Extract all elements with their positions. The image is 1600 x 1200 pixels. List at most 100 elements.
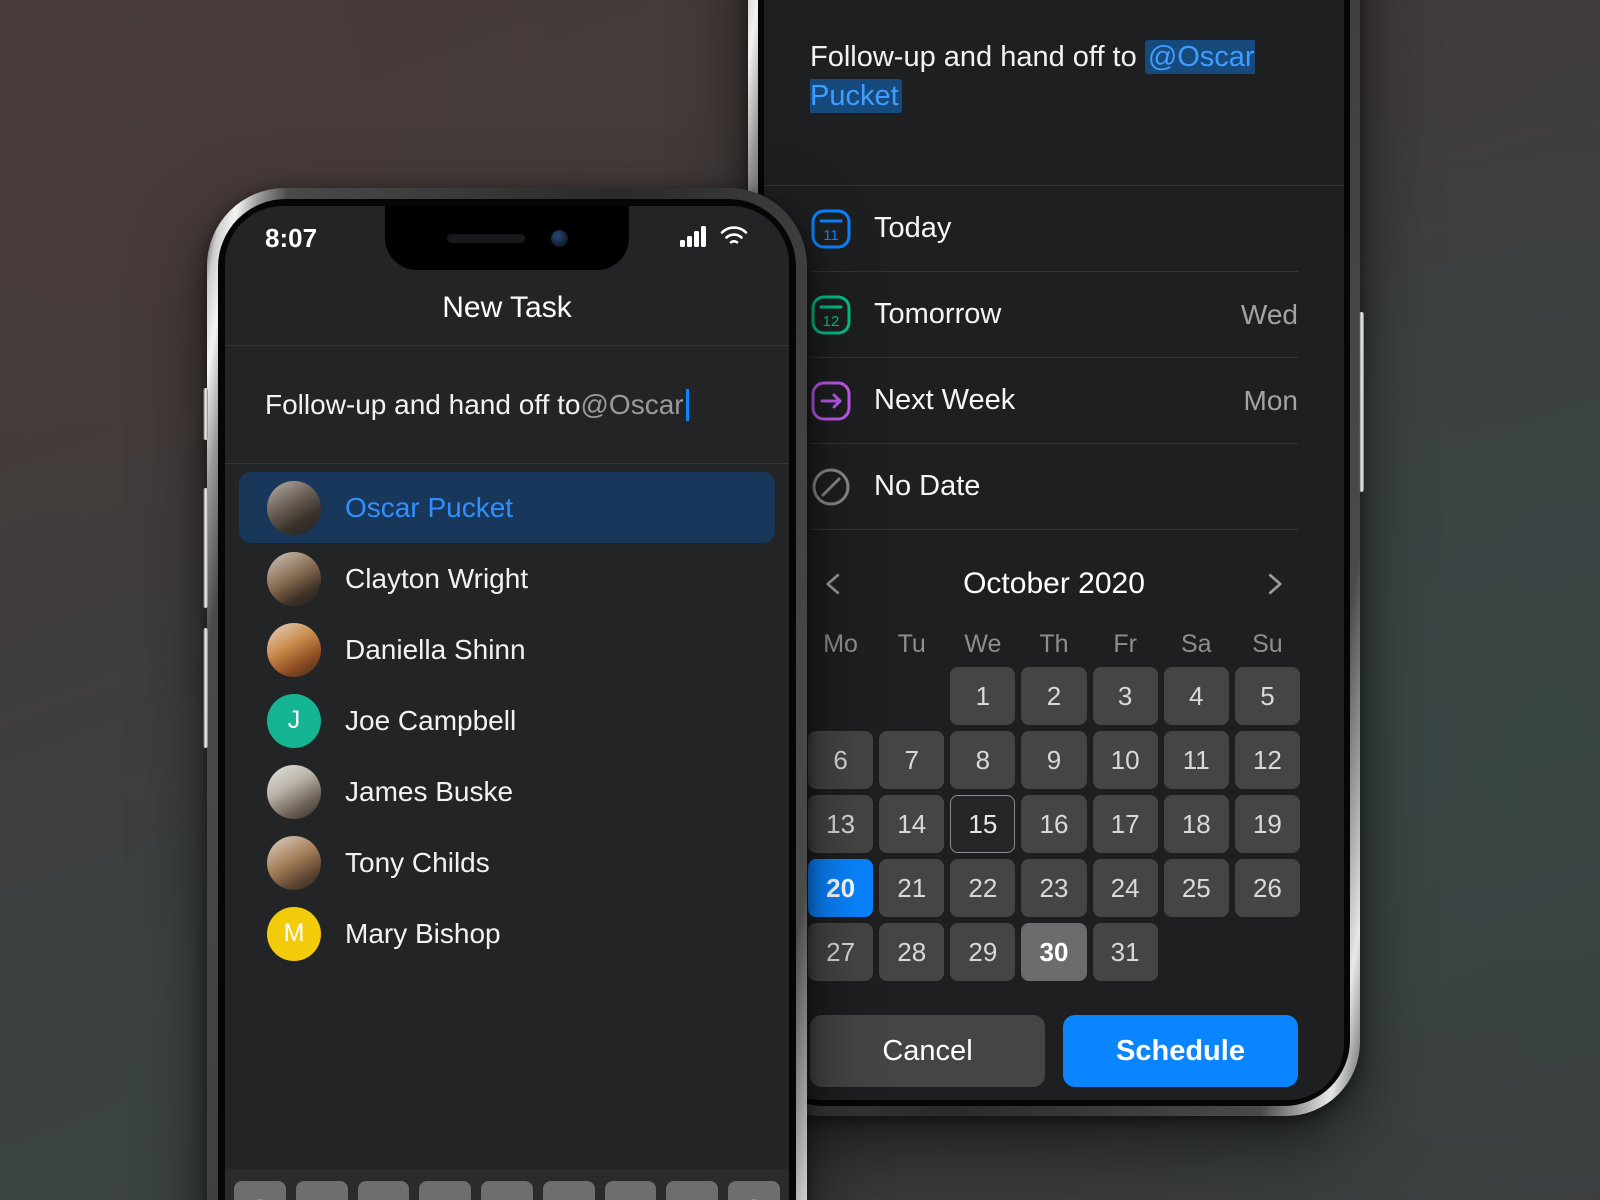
calendar-day-15[interactable]: 15 bbox=[950, 795, 1016, 853]
mention-list-item[interactable]: J Joe Campbell bbox=[239, 685, 775, 756]
calendar-day-19[interactable]: 19 bbox=[1234, 795, 1300, 853]
calendar-day-empty bbox=[808, 667, 873, 725]
calendar-day-2[interactable]: 2 bbox=[1021, 667, 1087, 725]
calendar-day-22[interactable]: 22 bbox=[950, 859, 1016, 917]
calendar-week-row: 20 21 22 23 24 25 26 bbox=[764, 859, 1344, 917]
schedule-button[interactable]: Schedule bbox=[1063, 1015, 1298, 1087]
key-i[interactable]: I bbox=[666, 1181, 719, 1200]
date-option-today[interactable]: 11 Today bbox=[810, 186, 1298, 272]
calendar-day-11[interactable]: 11 bbox=[1163, 731, 1229, 789]
calendar-weekday-su: Su bbox=[1252, 630, 1283, 658]
calendar-day-7[interactable]: 7 bbox=[879, 731, 945, 789]
calendar-day-24[interactable]: 24 bbox=[1092, 859, 1158, 917]
calendar-action-buttons: Cancel Schedule bbox=[764, 987, 1344, 1087]
calendar-day-empty bbox=[1164, 923, 1229, 981]
chevron-right-icon[interactable] bbox=[1252, 558, 1296, 610]
earpiece-speaker-icon bbox=[446, 233, 525, 243]
avatar-initial: J bbox=[267, 693, 321, 748]
calendar-day-31[interactable]: 31 bbox=[1092, 923, 1158, 981]
arrow-right-icon bbox=[810, 380, 852, 422]
mention-list-item-name: James Buske bbox=[345, 775, 514, 807]
calendar-day-10[interactable]: 10 bbox=[1092, 731, 1158, 789]
power-button[interactable] bbox=[1359, 312, 1364, 492]
key-u[interactable]: U bbox=[604, 1181, 657, 1200]
notch bbox=[385, 206, 629, 270]
calendar-day-30[interactable]: 30 bbox=[1021, 923, 1087, 981]
calendar-day-empty bbox=[879, 667, 944, 725]
calendar-day-16[interactable]: 16 bbox=[1021, 795, 1087, 853]
right-phone-screen: Follow-up and hand off to @Oscar Pucket … bbox=[764, 0, 1344, 1100]
calendar-day-1[interactable]: 1 bbox=[950, 667, 1016, 725]
task-title-input[interactable]: Follow-up and hand off to @Oscar bbox=[225, 346, 789, 464]
mention-list-item-name: Oscar Pucket bbox=[345, 491, 514, 523]
calendar-day-26[interactable]: 26 bbox=[1234, 859, 1300, 917]
mention-list-item[interactable]: Tony Childs bbox=[239, 827, 775, 898]
task-input-prefix: Follow-up and hand off to bbox=[265, 388, 581, 420]
calendar-day-6[interactable]: 6 bbox=[808, 731, 874, 789]
key-w[interactable]: W bbox=[295, 1181, 348, 1200]
mention-list-item[interactable]: M Mary Bishop bbox=[239, 898, 775, 969]
calendar-day-4[interactable]: 4 bbox=[1163, 667, 1229, 725]
task-title-text[interactable]: Follow-up and hand off to @Oscar Pucket bbox=[764, 0, 1344, 186]
mention-list-item[interactable]: Oscar Pucket bbox=[239, 472, 775, 543]
calendar-day-9[interactable]: 9 bbox=[1021, 731, 1087, 789]
mention-list-item-name: Clayton Wright bbox=[345, 562, 529, 594]
calendar-weekday-tu: Tu bbox=[897, 630, 926, 658]
calendar-weekday-header: Mo Tu We Th Fr Sa Su bbox=[764, 630, 1344, 659]
key-o[interactable]: O bbox=[728, 1181, 781, 1200]
avatar bbox=[267, 480, 321, 535]
calendar-day-13[interactable]: 13 bbox=[808, 795, 874, 853]
calendar-weekday-sa: Sa bbox=[1180, 630, 1212, 658]
key-e[interactable]: E bbox=[357, 1181, 410, 1200]
calendar-day-29[interactable]: 29 bbox=[950, 923, 1016, 981]
avatar-initial: M bbox=[267, 906, 321, 961]
calendar-weekday-mo: Mo bbox=[823, 630, 858, 658]
task-title-prefix: Follow-up and hand off to bbox=[810, 41, 1145, 73]
calendar-week-row: 13 14 15 16 17 18 19 bbox=[764, 795, 1344, 853]
avatar bbox=[267, 764, 321, 819]
volume-up-button[interactable] bbox=[203, 488, 208, 608]
avatar bbox=[267, 622, 321, 677]
key-t[interactable]: T bbox=[481, 1181, 533, 1200]
calendar-day-17[interactable]: 17 bbox=[1092, 795, 1158, 853]
cancel-button[interactable]: Cancel bbox=[810, 1015, 1045, 1087]
calendar-week-row: 6 7 8 9 10 11 12 bbox=[764, 731, 1344, 789]
date-option-next-week[interactable]: Next Week Mon bbox=[810, 358, 1298, 444]
date-option-no-date[interactable]: No Date bbox=[810, 444, 1298, 530]
left-phone-mockup: 8:07 New Task Follow-up and hand off to … bbox=[203, 188, 807, 1200]
key-y[interactable]: Y bbox=[542, 1181, 595, 1200]
key-q[interactable]: Q bbox=[233, 1181, 286, 1200]
calendar-day-5[interactable]: 5 bbox=[1234, 667, 1300, 725]
mention-list-item-name: Tony Childs bbox=[345, 846, 490, 878]
key-r[interactable]: R bbox=[419, 1181, 472, 1200]
chevron-left-icon[interactable] bbox=[812, 558, 856, 610]
mention-list-item[interactable]: Daniella Shinn bbox=[239, 614, 775, 685]
calendar-day-14[interactable]: 14 bbox=[879, 795, 945, 853]
mention-list-item-name: Joe Campbell bbox=[345, 704, 517, 736]
calendar-header: October 2020 bbox=[764, 530, 1344, 620]
calendar-day-28[interactable]: 28 bbox=[879, 923, 945, 981]
calendar-day-18[interactable]: 18 bbox=[1163, 795, 1229, 853]
date-option-tomorrow[interactable]: 12 Tomorrow Wed bbox=[810, 272, 1298, 358]
navigation-bar: New Task bbox=[225, 270, 789, 346]
mention-list-item[interactable]: Clayton Wright bbox=[239, 543, 775, 614]
calendar-day-27[interactable]: 27 bbox=[808, 923, 874, 981]
mute-switch[interactable] bbox=[203, 388, 208, 440]
date-option-label: Next Week bbox=[874, 384, 1016, 416]
avatar bbox=[267, 551, 321, 606]
mention-suggestion-list: Oscar Pucket Clayton Wright Daniella Shinn… bbox=[225, 464, 789, 1169]
volume-down-button[interactable] bbox=[203, 628, 208, 748]
calendar-day-8[interactable]: 8 bbox=[950, 731, 1016, 789]
calendar-week-row: 12345 bbox=[764, 667, 1344, 725]
calendar-day-empty bbox=[1235, 923, 1300, 981]
svg-text:11: 11 bbox=[823, 227, 839, 244]
calendar-day-23[interactable]: 23 bbox=[1021, 859, 1087, 917]
calendar-day-25[interactable]: 25 bbox=[1163, 859, 1229, 917]
calendar-day-12[interactable]: 12 bbox=[1234, 731, 1300, 789]
calendar-day-3[interactable]: 3 bbox=[1092, 667, 1158, 725]
mention-list-item[interactable]: James Buske bbox=[239, 756, 775, 827]
date-option-meta: Mon bbox=[1243, 384, 1298, 416]
calendar-day-21[interactable]: 21 bbox=[879, 859, 945, 917]
calendar-day-20[interactable]: 20 bbox=[808, 859, 874, 917]
date-option-label: Today bbox=[874, 212, 952, 244]
